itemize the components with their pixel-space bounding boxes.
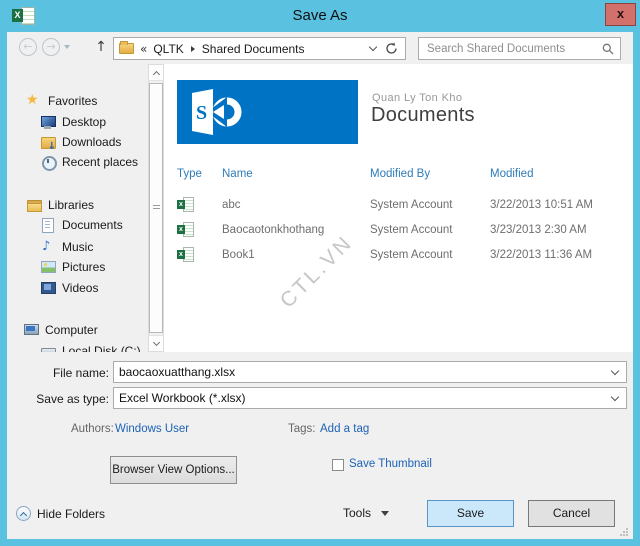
- hide-folders-button[interactable]: Hide Folders: [37, 507, 105, 521]
- search-input[interactable]: [419, 43, 602, 55]
- downloads-folder-icon: [40, 134, 56, 150]
- address-dropdown-icon[interactable]: [369, 43, 377, 51]
- column-header-type[interactable]: Type: [177, 168, 202, 180]
- breadcrumb-root[interactable]: QLTK: [153, 42, 183, 56]
- sharepoint-logo-icon: S: [185, 88, 247, 136]
- file-name-label: File name:: [20, 366, 109, 380]
- file-name-input[interactable]: [114, 365, 612, 379]
- browser-view-options-button[interactable]: Browser View Options...: [110, 456, 237, 484]
- file-name: Book1: [222, 249, 255, 261]
- file-row[interactable]: abc System Account 3/22/2013 10:51 AM: [164, 194, 633, 219]
- picture-icon: [40, 259, 56, 275]
- close-button[interactable]: x: [605, 3, 636, 26]
- hide-folders-icon[interactable]: [16, 506, 31, 521]
- excel-file-icon: [177, 196, 193, 212]
- save-as-dialog: Save As x ← → ↑ « QLTK Shared Documents: [0, 0, 640, 546]
- up-one-level-button[interactable]: ↑: [93, 37, 109, 57]
- breadcrumb-overflow-icon[interactable]: «: [140, 42, 147, 56]
- sidebar-item-videos[interactable]: Videos: [40, 278, 98, 298]
- file-row[interactable]: Book1 System Account 3/22/2013 11:36 AM: [164, 244, 633, 269]
- scroll-down-icon[interactable]: [149, 335, 163, 351]
- disk-drive-icon: [40, 343, 56, 352]
- file-modified-by: System Account: [370, 199, 452, 211]
- file-modified-by: System Account: [370, 249, 452, 261]
- music-note-icon: [40, 239, 56, 255]
- sidebar-item-documents[interactable]: Documents: [40, 215, 123, 235]
- navigation-pane: Favorites Desktop Downloads Recent place…: [7, 64, 148, 352]
- file-modified: 3/22/2013 10:51 AM: [490, 199, 593, 211]
- forward-button[interactable]: →: [42, 38, 60, 56]
- library-title: Documents: [371, 104, 475, 127]
- tags-label: Tags:: [288, 423, 316, 435]
- excel-file-icon: [177, 221, 193, 237]
- authors-label: Authors:: [71, 423, 114, 435]
- save-thumbnail-checkbox[interactable]: [332, 459, 344, 471]
- sidebar-item-pictures[interactable]: Pictures: [40, 257, 105, 277]
- sharepoint-banner: S: [177, 80, 358, 144]
- save-as-type-label: Save as type:: [20, 392, 109, 406]
- file-name-combobox[interactable]: [113, 361, 627, 383]
- libraries-icon: [26, 197, 42, 213]
- save-button[interactable]: Save: [427, 500, 514, 527]
- dialog-title: Save As: [0, 7, 640, 24]
- file-name: Baocaotonkhothang: [222, 224, 324, 236]
- add-a-tag-link[interactable]: Add a tag: [320, 423, 369, 435]
- column-header-name[interactable]: Name: [222, 168, 253, 180]
- document-icon: [40, 217, 56, 233]
- desktop-icon: [40, 114, 56, 130]
- save-thumbnail-label[interactable]: Save Thumbnail: [349, 458, 432, 470]
- authors-value-link[interactable]: Windows User: [115, 423, 189, 435]
- sidebar-item-music[interactable]: Music: [40, 237, 93, 257]
- computer-icon: [23, 322, 39, 338]
- sidebar-item-computer[interactable]: Computer: [23, 320, 98, 340]
- recent-places-icon: [40, 154, 56, 170]
- sidebar-item-downloads[interactable]: Downloads: [40, 132, 121, 152]
- svg-text:S: S: [196, 102, 207, 124]
- sidebar-item-libraries[interactable]: Libraries: [26, 195, 94, 215]
- save-as-type-value: Excel Workbook (*.xlsx): [114, 391, 612, 405]
- file-modified: 3/22/2013 11:36 AM: [490, 249, 592, 261]
- file-modified: 3/23/2013 2:30 AM: [490, 224, 587, 236]
- address-bar[interactable]: « QLTK Shared Documents: [113, 37, 406, 60]
- star-icon: [26, 93, 42, 109]
- sidebar-scrollbar[interactable]: [148, 64, 164, 352]
- breadcrumb-current[interactable]: Shared Documents: [202, 42, 305, 56]
- folder-icon: [119, 43, 134, 54]
- cancel-button[interactable]: Cancel: [528, 500, 615, 527]
- file-name: abc: [222, 199, 241, 211]
- save-as-type-dropdown-icon[interactable]: [611, 393, 619, 401]
- file-list-panel: S Quan Ly Ton Kho Documents Type Name Mo…: [164, 64, 633, 352]
- video-icon: [40, 280, 56, 296]
- sidebar-item-local-disk[interactable]: Local Disk (C:): [40, 341, 141, 352]
- sidebar-item-favorites[interactable]: Favorites: [26, 91, 97, 111]
- column-header-modified[interactable]: Modified: [490, 168, 533, 180]
- scrollbar-thumb[interactable]: [149, 83, 163, 333]
- resize-grip-icon[interactable]: [620, 528, 629, 537]
- breadcrumb-separator-icon: [191, 46, 195, 52]
- site-name: Quan Ly Ton Kho: [372, 92, 462, 104]
- sidebar-item-desktop[interactable]: Desktop: [40, 112, 106, 132]
- column-header-modified-by[interactable]: Modified By: [370, 168, 430, 180]
- file-modified-by: System Account: [370, 224, 452, 236]
- back-button[interactable]: ←: [19, 38, 37, 56]
- file-row[interactable]: Baocaotonkhothang System Account 3/23/20…: [164, 219, 633, 244]
- sidebar-item-recent-places[interactable]: Recent places: [40, 152, 138, 172]
- scroll-up-icon[interactable]: [149, 65, 163, 81]
- tools-button[interactable]: Tools: [343, 506, 371, 520]
- refresh-icon[interactable]: [385, 42, 398, 55]
- search-icon: [602, 43, 614, 55]
- recent-locations-dropdown-icon[interactable]: [64, 45, 70, 49]
- tools-dropdown-icon[interactable]: [381, 511, 389, 516]
- save-as-type-combobox[interactable]: Excel Workbook (*.xlsx): [113, 387, 627, 409]
- search-box[interactable]: [418, 37, 621, 60]
- file-name-dropdown-icon[interactable]: [611, 367, 619, 375]
- excel-file-icon: [177, 246, 193, 262]
